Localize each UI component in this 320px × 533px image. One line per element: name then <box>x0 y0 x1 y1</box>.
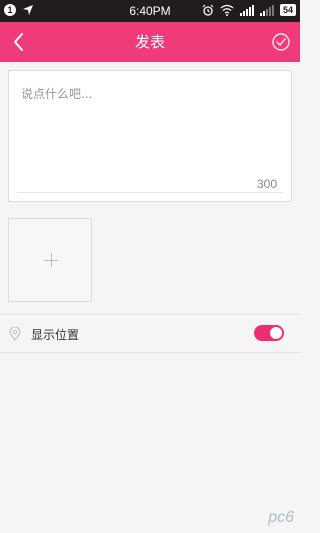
alarm-icon <box>202 4 214 16</box>
toggle-knob <box>270 327 282 339</box>
post-text-input[interactable]: 说点什么吧... 300 <box>8 70 292 202</box>
input-underline <box>17 192 283 193</box>
show-location-label: 显示位置 <box>31 328 80 342</box>
app-header: 发表 <box>0 22 300 62</box>
show-location-row[interactable]: 显示位置 <box>0 315 300 351</box>
add-image-button[interactable] <box>8 218 92 302</box>
wifi-icon <box>220 4 234 16</box>
watermark-logo: pc6 <box>268 509 294 526</box>
signal-icon <box>259 4 274 16</box>
text-placeholder: 说点什么吧... <box>21 87 93 101</box>
check-circle-icon <box>272 33 290 51</box>
page-title: 发表 <box>134 33 165 51</box>
submit-button[interactable] <box>271 32 291 52</box>
location-pin-icon <box>9 326 21 341</box>
show-location-toggle[interactable] <box>254 325 284 341</box>
char-count: 300 <box>256 177 277 191</box>
status-right: 54 <box>202 4 296 16</box>
divider <box>0 352 300 353</box>
battery-indicator: 54 <box>279 4 296 16</box>
signal-icon <box>239 4 254 16</box>
status-bar: 1 6:40PM 54 <box>0 0 300 22</box>
